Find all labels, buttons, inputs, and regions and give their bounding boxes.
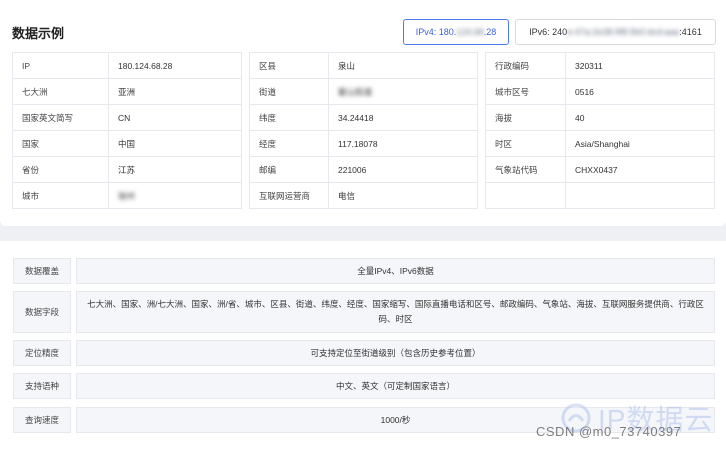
- field-value: 34.24418: [328, 104, 478, 131]
- ipv6-suffix: :4161: [679, 27, 702, 37]
- ipv4-prefix: IPv4: 180.: [415, 27, 457, 37]
- ipv6-prefix: IPv6: 240: [529, 27, 568, 37]
- field-value: 180.124.68.28: [108, 52, 242, 79]
- spec-key: 定位精度: [13, 340, 71, 366]
- table-row: 互联网运营商 电信: [249, 182, 478, 209]
- field-key: 气象站代码: [485, 156, 566, 183]
- field-key: 国家英文简写: [12, 104, 109, 131]
- spec-key: 支持语种: [13, 373, 71, 399]
- spec-value: 中文、英文（可定制国家语言）: [76, 373, 715, 399]
- table-row: 行政编码 320311: [485, 52, 715, 79]
- spec-row-coverage: 数据覆盖 全量IPv4、IPv6数据: [13, 258, 715, 284]
- table-row: 城市区号 0516: [485, 78, 715, 105]
- spec-key: 数据字段: [13, 291, 71, 333]
- ip-info-table-3: 行政编码 320311 城市区号 0516 海拔 40 时区 Asia/Shanghai…: [485, 52, 715, 209]
- field-key: 城市区号: [485, 78, 566, 105]
- field-value-masked: 翟山街道: [328, 78, 478, 105]
- field-value: [565, 182, 715, 209]
- ipv4-button[interactable]: IPv4: 180. 124.68.28: [403, 19, 509, 45]
- table-row: IP 180.124.68.28: [12, 52, 242, 79]
- field-key: 国家: [12, 130, 109, 157]
- ipv4-masked: 124.68: [456, 27, 484, 37]
- table-row: 区县 泉山: [249, 52, 478, 79]
- table-row: 纬度 34.24418: [249, 104, 478, 131]
- field-key: 邮编: [249, 156, 329, 183]
- table-row: 国家英文简写 CN: [12, 104, 242, 131]
- field-value: 中国: [108, 130, 242, 157]
- table-row: 七大洲 亚洲: [12, 78, 242, 105]
- field-key: [485, 182, 566, 209]
- table-row: 城市 徐州: [12, 182, 242, 209]
- field-value: 江苏: [108, 156, 242, 183]
- table-row: 海拔 40: [485, 104, 715, 131]
- table-row: 国家 中国: [12, 130, 242, 157]
- ipv4-suffix: .28: [483, 27, 497, 37]
- field-key: 城市: [12, 182, 109, 209]
- field-value: 0516: [565, 78, 715, 105]
- field-value-masked: 徐州: [108, 182, 242, 209]
- page-title: 数据示例: [12, 26, 65, 41]
- field-key: 区县: [249, 52, 329, 79]
- table-row: [485, 182, 715, 209]
- spec-value: 七大洲、国家、洲/七大洲、国家、洲/省、城市、区县、街道、纬度、经度、国家缩写、…: [76, 291, 715, 333]
- table-row: 邮编 221006: [249, 156, 478, 183]
- table-row: 气象站代码 CHXX0437: [485, 156, 715, 183]
- table-row: 时区 Asia/Shanghai: [485, 130, 715, 157]
- field-key: IP: [12, 52, 109, 79]
- spec-row-languages: 支持语种 中文、英文（可定制国家语言）: [13, 373, 715, 399]
- spec-value: 全量IPv4、IPv6数据: [76, 258, 715, 284]
- field-key: 行政编码: [485, 52, 566, 79]
- ip-info-table-1: IP 180.124.68.28 七大洲 亚洲 国家英文简写 CN 国家 中国 省份 江苏…: [12, 52, 242, 209]
- table-row: 经度 117.18078: [249, 130, 478, 157]
- ipv6-masked: e:47a:2e38:9f8:5b0:dcd:aaa: [567, 27, 680, 37]
- watermark-credit: CSDN @m0_73740397: [536, 424, 682, 439]
- field-value: Asia/Shanghai: [565, 130, 715, 157]
- spec-value: 可支持定位至街道级别（包含历史参考位置）: [76, 340, 715, 366]
- field-key: 省份: [12, 156, 109, 183]
- field-value: 泉山: [328, 52, 478, 79]
- field-key: 街道: [249, 78, 329, 105]
- field-value: 320311: [565, 52, 715, 79]
- spec-row-accuracy: 定位精度 可支持定位至街道级别（包含历史参考位置）: [13, 340, 715, 366]
- field-key: 经度: [249, 130, 329, 157]
- field-value: 117.18078: [328, 130, 478, 157]
- field-key: 纬度: [249, 104, 329, 131]
- ipv6-button[interactable]: IPv6: 240 e:47a:2e38:9f8:5b0:dcd:aaa:4161: [515, 19, 716, 45]
- field-value: 电信: [328, 182, 478, 209]
- table-row: 街道 翟山街道: [249, 78, 478, 105]
- field-key: 互联网运营商: [249, 182, 329, 209]
- ip-info-table-2: 区县 泉山 街道 翟山街道 纬度 34.24418 经度 117.18078 邮编 221…: [249, 52, 478, 209]
- field-value: CN: [108, 104, 242, 131]
- field-value: 亚洲: [108, 78, 242, 105]
- field-value: 221006: [328, 156, 478, 183]
- spec-key: 查询速度: [13, 407, 71, 433]
- spec-key: 数据覆盖: [13, 258, 71, 284]
- field-key: 海拔: [485, 104, 566, 131]
- field-key: 时区: [485, 130, 566, 157]
- field-value: 40: [565, 104, 715, 131]
- data-example-card: 数据示例 IPv4: 180. 124.68.28 IPv6: 240 e:47a:…: [0, 0, 726, 226]
- spec-row-fields: 数据字段 七大洲、国家、洲/七大洲、国家、洲/省、城市、区县、街道、纬度、经度、…: [13, 291, 715, 333]
- table-row: 省份 江苏: [12, 156, 242, 183]
- field-value: CHXX0437: [565, 156, 715, 183]
- field-key: 七大洲: [12, 78, 109, 105]
